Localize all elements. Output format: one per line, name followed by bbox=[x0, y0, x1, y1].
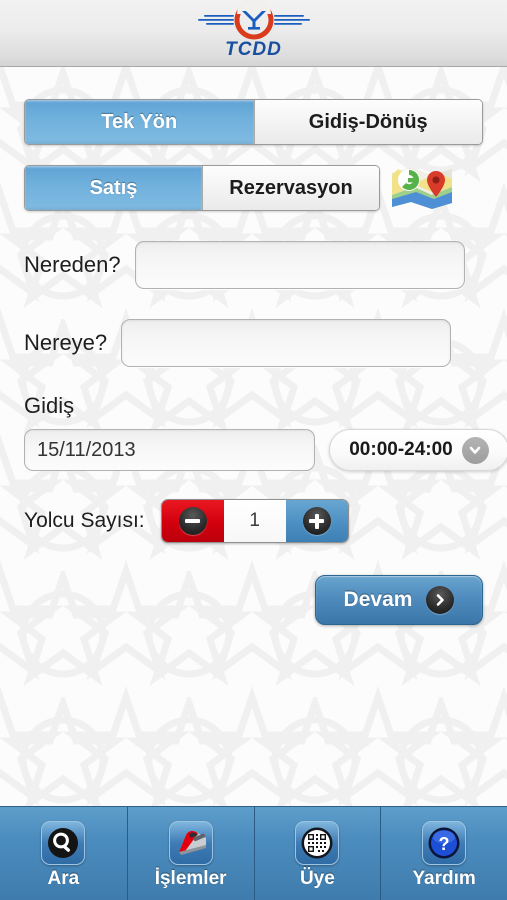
tcdd-logo-mark bbox=[197, 0, 310, 40]
tab-uye-label: Üye bbox=[299, 868, 335, 889]
main-content: Tek Yön Gidiş-Dönüş Satış Rezervasyon Ne… bbox=[0, 67, 507, 806]
svg-text:?: ? bbox=[439, 834, 450, 854]
passenger-count-label: Yolcu Sayısı: bbox=[24, 509, 145, 532]
tab-rezervasyon[interactable]: Rezervasyon bbox=[202, 166, 379, 210]
app-root: TCDD Tek Yön Gidiş-Dönüş Satış Rezervasy… bbox=[0, 0, 507, 900]
to-input[interactable] bbox=[121, 319, 452, 367]
train-icon bbox=[168, 821, 213, 865]
tab-satis[interactable]: Satış bbox=[25, 166, 202, 210]
tab-satis-label: Satış bbox=[89, 176, 138, 199]
from-label: Nereden? bbox=[24, 252, 121, 277]
map-icon[interactable] bbox=[390, 165, 454, 211]
bottom-tab-bar: Ara İşlemler Üye ? Yardım bbox=[0, 806, 507, 900]
chevron-right-icon bbox=[426, 586, 455, 614]
tcdd-logo-text: TCDD bbox=[225, 39, 282, 60]
passenger-stepper[interactable]: 1 bbox=[160, 499, 349, 543]
to-field-row: Nereye? bbox=[24, 319, 483, 367]
tab-ara-label: Ara bbox=[47, 868, 80, 889]
tab-tek-yon-label: Tek Yön bbox=[101, 110, 178, 133]
departure-time-value: 00:00-24:00 bbox=[349, 439, 453, 460]
tab-ara[interactable]: Ara bbox=[0, 807, 127, 900]
tcdd-logo: TCDD bbox=[194, 0, 314, 63]
qr-code-icon bbox=[295, 821, 340, 865]
tab-uye[interactable]: Üye bbox=[253, 807, 381, 900]
submit-row: Devam bbox=[24, 575, 483, 625]
chevron-down-icon bbox=[461, 436, 489, 464]
tab-islemler[interactable]: İşlemler bbox=[126, 807, 254, 900]
search-icon bbox=[41, 821, 86, 865]
from-field-row: Nereden? bbox=[24, 241, 483, 289]
to-label: Nereye? bbox=[24, 330, 108, 355]
tab-tek-yon[interactable]: Tek Yön bbox=[25, 100, 254, 144]
tab-yardim-label: Yardım bbox=[412, 868, 476, 889]
departure-time-select[interactable]: 00:00-24:00 bbox=[329, 429, 507, 471]
departure-label: Gidiş bbox=[24, 393, 75, 418]
increment-passenger-button[interactable] bbox=[285, 500, 348, 542]
trip-type-segmented-control[interactable]: Tek Yön Gidiş-Dönüş bbox=[24, 99, 483, 145]
tab-gidis-donus-label: Gidiş-Dönüş bbox=[308, 110, 428, 133]
decrement-passenger-button[interactable] bbox=[161, 500, 224, 542]
from-input[interactable] bbox=[134, 241, 465, 289]
tab-yardim[interactable]: ? Yardım bbox=[380, 807, 507, 900]
purchase-type-row: Satış Rezervasyon bbox=[24, 165, 483, 211]
purchase-type-segmented-control[interactable]: Satış Rezervasyon bbox=[24, 165, 380, 211]
departure-row: 00:00-24:00 bbox=[24, 429, 507, 471]
devam-button[interactable]: Devam bbox=[315, 575, 483, 625]
tab-gidis-donus[interactable]: Gidiş-Dönüş bbox=[253, 100, 482, 144]
tab-rezervasyon-label: Rezervasyon bbox=[229, 176, 353, 199]
passenger-count-value: 1 bbox=[223, 500, 286, 542]
question-mark-icon: ? bbox=[422, 821, 467, 865]
plus-icon bbox=[302, 507, 331, 535]
app-header: TCDD bbox=[0, 0, 507, 67]
tab-islemler-label: İşlemler bbox=[154, 868, 227, 889]
devam-button-label: Devam bbox=[343, 588, 413, 611]
departure-date-input[interactable] bbox=[24, 429, 315, 471]
passenger-count-row: Yolcu Sayısı: 1 bbox=[24, 499, 483, 543]
minus-icon bbox=[178, 507, 207, 535]
